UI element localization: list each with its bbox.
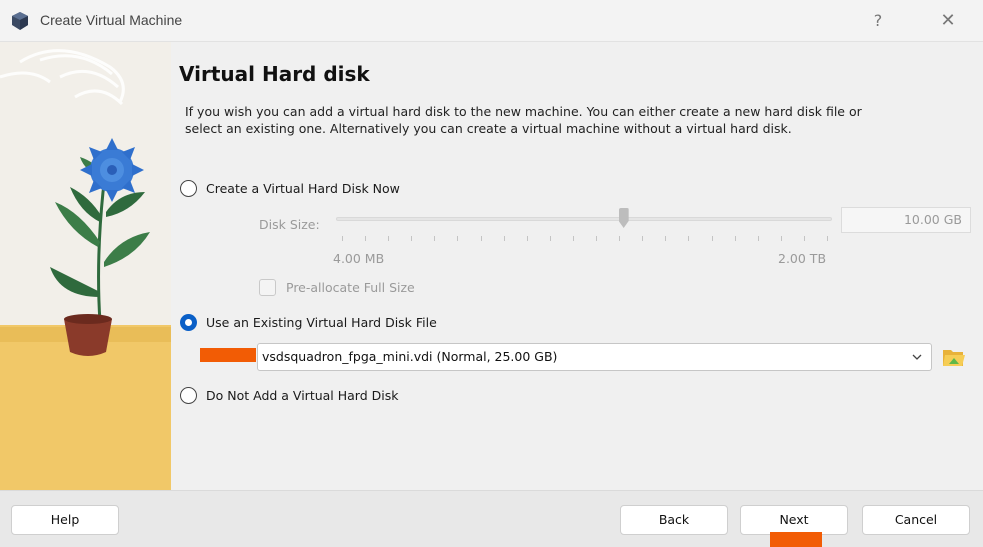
radio-use-existing-disk[interactable]: Use an Existing Virtual Hard Disk File xyxy=(180,312,437,332)
radio-create-new-disk[interactable]: Create a Virtual Hard Disk Now xyxy=(180,178,400,198)
disk-size-label: Disk Size: xyxy=(259,217,320,232)
page-title: Virtual Hard disk xyxy=(179,62,370,86)
wizard-footer: Help Back Next Cancel xyxy=(0,490,983,547)
next-button[interactable]: Next xyxy=(740,505,848,535)
virtualbox-icon xyxy=(12,12,28,30)
preallocate-label: Pre-allocate Full Size xyxy=(286,280,415,295)
disk-size-slider[interactable] xyxy=(336,206,832,246)
help-icon[interactable]: ? xyxy=(866,8,890,34)
cancel-button[interactable]: Cancel xyxy=(862,505,970,535)
disk-size-field[interactable]: 10.00 GB xyxy=(841,207,971,233)
title-bar: Create Virtual Machine ? ✕ xyxy=(0,0,983,42)
help-button[interactable]: Help xyxy=(11,505,119,535)
highlight-mark xyxy=(770,532,822,547)
window-title: Create Virtual Machine xyxy=(40,12,183,28)
disk-size-max-label: 2.00 TB xyxy=(778,251,827,266)
wizard-illustration xyxy=(0,42,171,490)
disk-size-min-label: 4.00 MB xyxy=(333,251,385,266)
radio-label: Do Not Add a Virtual Hard Disk xyxy=(206,387,399,403)
preallocate-option[interactable]: Pre-allocate Full Size xyxy=(259,279,415,296)
radio-button[interactable] xyxy=(180,386,197,404)
radio-label: Use an Existing Virtual Hard Disk File xyxy=(206,314,437,330)
existing-disk-dropdown[interactable]: vsdsquadron_fpga_mini.vdi (Normal, 25.00… xyxy=(257,343,932,371)
preallocate-checkbox[interactable] xyxy=(259,279,276,296)
chevron-down-icon xyxy=(912,354,922,360)
close-icon[interactable]: ✕ xyxy=(934,8,962,34)
wizard-content: Virtual Hard disk If you wish you can ad… xyxy=(171,42,983,490)
radio-label: Create a Virtual Hard Disk Now xyxy=(206,180,400,196)
back-button[interactable]: Back xyxy=(620,505,728,535)
radio-no-disk[interactable]: Do Not Add a Virtual Hard Disk xyxy=(180,385,398,405)
selected-disk-file: vsdsquadron_fpga_mini.vdi (Normal, 25.00… xyxy=(262,349,558,364)
page-description: If you wish you can add a virtual hard d… xyxy=(185,104,862,136)
folder-open-icon[interactable] xyxy=(941,344,967,370)
slider-track xyxy=(336,217,832,221)
redaction-mark xyxy=(200,348,256,362)
slider-ticks xyxy=(342,236,828,242)
slider-thumb[interactable] xyxy=(618,208,629,228)
radio-button[interactable] xyxy=(180,179,197,197)
radio-button-selected[interactable] xyxy=(180,313,197,331)
